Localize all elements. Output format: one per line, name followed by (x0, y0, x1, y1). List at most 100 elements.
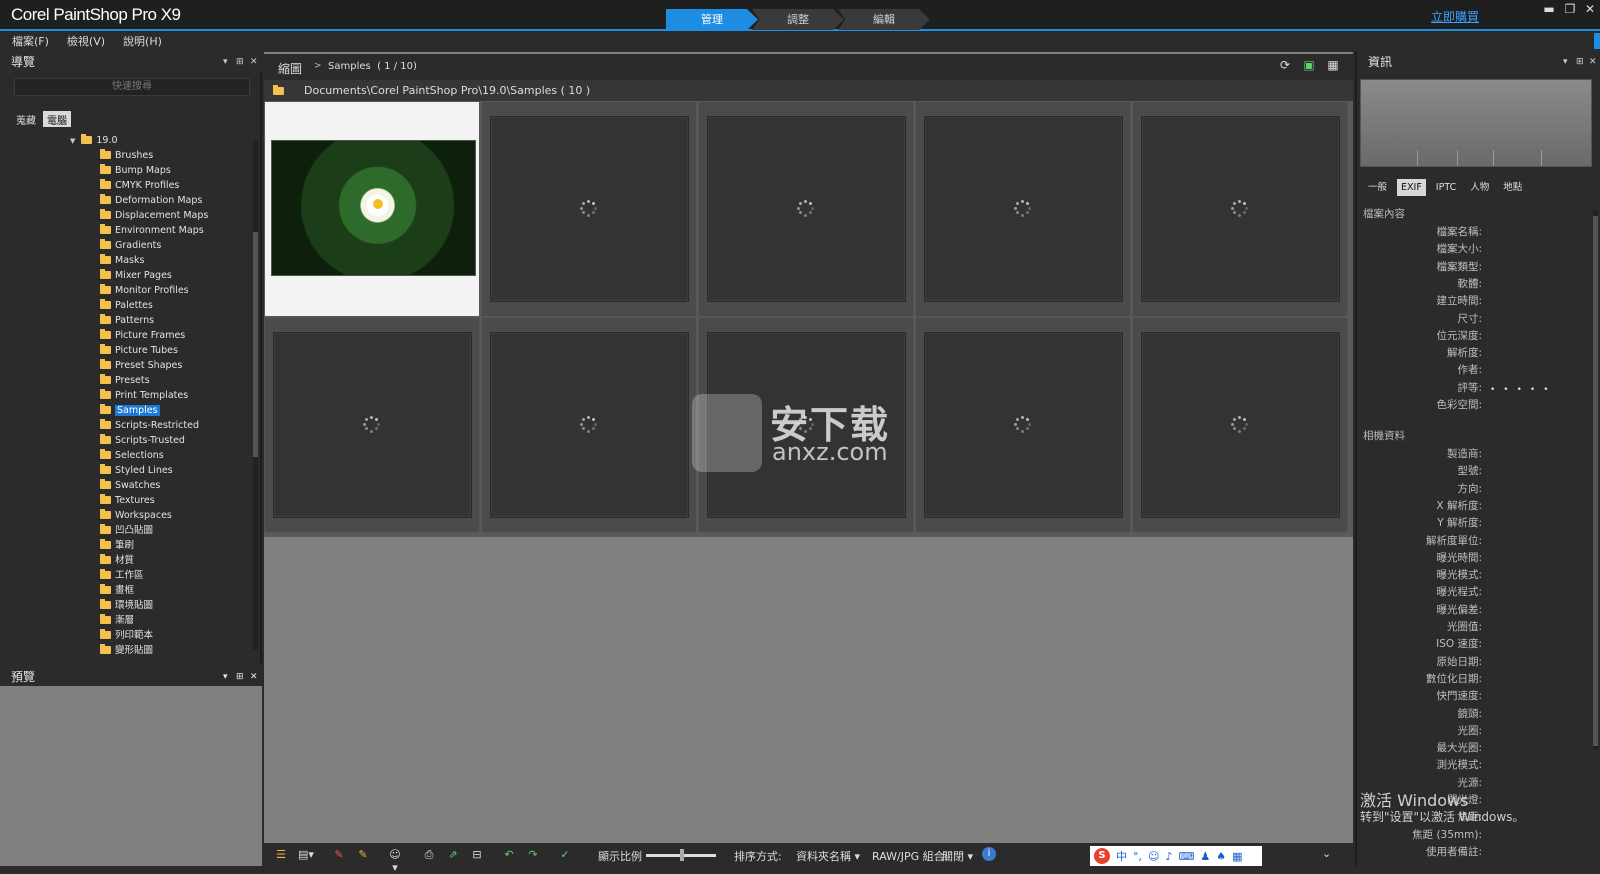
ime-language[interactable]: 中 (1116, 848, 1127, 864)
breadcrumb[interactable]: Samples ( 1 / 10) (328, 61, 417, 72)
nav-scroll-thumb[interactable] (253, 232, 258, 457)
tree-folder-item[interactable]: Deformation Maps (100, 193, 202, 208)
tab-exif[interactable]: EXIF (1397, 179, 1426, 196)
minimize-icon[interactable]: ▬ (1540, 2, 1558, 16)
tab-places[interactable]: 地點 (1499, 179, 1526, 196)
thumbnail-cell[interactable] (481, 101, 697, 317)
quick-search-input[interactable]: 快速搜尋 (14, 78, 250, 96)
tree-folder-item[interactable]: Textures (100, 493, 155, 508)
info-icon[interactable]: i (982, 847, 996, 861)
rotate-left-icon[interactable]: ↶ (502, 848, 516, 861)
user-icon[interactable]: ♟ (1200, 850, 1210, 863)
tree-folder-item[interactable]: 材質 (100, 553, 134, 568)
thumbnail-cell[interactable] (264, 101, 480, 317)
menu-file[interactable]: 檔案(F) (0, 33, 55, 51)
skin-icon[interactable]: ♠ (1216, 850, 1226, 863)
tree-folder-item[interactable]: Picture Frames (100, 328, 185, 343)
info-scrollbar[interactable] (1593, 210, 1598, 750)
toolbox-icon[interactable]: ▦ (1232, 850, 1242, 863)
tree-folder-item[interactable]: 變形貼圖 (100, 643, 153, 658)
rating-stars[interactable]: ••••• (1490, 385, 1557, 395)
tree-folder-item[interactable]: Scripts-Restricted (100, 418, 199, 433)
tree-folder-item[interactable]: Bump Maps (100, 163, 171, 178)
expand-arrow-icon[interactable]: ▼ (70, 134, 75, 149)
tree-folder-item[interactable]: Brushes (100, 148, 153, 163)
keyboard-icon[interactable]: ⌨ (1179, 850, 1195, 863)
buy-now-link[interactable]: 立即購買 (1431, 8, 1479, 25)
info-toggle-icon[interactable]: ▤▾ (298, 848, 314, 861)
tree-root[interactable]: ▼ 19.0 (70, 133, 118, 148)
emoji-icon[interactable]: ☺ (1148, 850, 1159, 863)
panel-menu-icon[interactable]: ▾ (223, 668, 228, 686)
thumbnail-cell[interactable] (698, 101, 914, 317)
menu-help[interactable]: 說明(H) (111, 33, 168, 51)
thumbnail-cell[interactable] (1132, 317, 1348, 533)
toggle-navigation-icon[interactable]: ☰ (274, 848, 288, 861)
tree-folder-item[interactable]: CMYK Profiles (100, 178, 179, 193)
tree-folder-item[interactable]: Mixer Pages (100, 268, 172, 283)
close-icon[interactable]: ✕ (1581, 2, 1599, 16)
tree-folder-item[interactable]: 筆刷 (100, 538, 134, 553)
tree-folder-item[interactable]: 列印範本 (100, 628, 153, 643)
tab-computer[interactable]: 電腦 (43, 111, 71, 127)
tree-folder-item[interactable]: Patterns (100, 313, 154, 328)
sort-dropdown[interactable]: 資料夾名稱 ▾ (796, 848, 860, 864)
sogou-icon[interactable]: S (1094, 848, 1110, 864)
red-eye-icon[interactable]: ✎ (332, 848, 346, 861)
tab-people[interactable]: 人物 (1466, 179, 1493, 196)
pin-icon[interactable]: ⊞ (1576, 52, 1584, 72)
tree-folder-item[interactable]: Displacement Maps (100, 208, 208, 223)
zoom-slider-thumb[interactable] (680, 849, 684, 861)
mic-icon[interactable]: ♪ (1165, 850, 1172, 863)
tree-folder-item[interactable]: Swatches (100, 478, 160, 493)
thumbnail-cell[interactable] (915, 317, 1131, 533)
tree-folder-item[interactable]: Samples (100, 403, 160, 418)
rotate-right-icon[interactable]: ↷ (526, 848, 540, 861)
thumbnail-grid-icon[interactable]: ▦ (1326, 59, 1340, 72)
panel-close-icon[interactable]: ✕ (1589, 52, 1597, 72)
raw-jpg-dropdown[interactable]: 關閉 ▾ (942, 848, 973, 864)
batch-process-icon[interactable]: ⊟ (470, 848, 484, 861)
thumbnail-cell[interactable] (1132, 101, 1348, 317)
panel-menu-icon[interactable]: ▾ (1563, 52, 1568, 72)
pin-icon[interactable]: ⊞ (236, 52, 244, 72)
tree-folder-item[interactable]: Selections (100, 448, 164, 463)
preview-mode-icon[interactable]: ▣ (1302, 59, 1316, 72)
tab-collections[interactable]: 蒐藏 (12, 111, 40, 127)
tab-adjust[interactable]: 調整 (752, 9, 844, 30)
tree-folder-item[interactable]: Styled Lines (100, 463, 173, 478)
panel-close-icon[interactable]: ✕ (250, 668, 258, 686)
collapse-chevron-icon[interactable]: ⌄ (1322, 847, 1331, 860)
print-icon[interactable]: ⎙ (422, 848, 436, 861)
punctuation-icon[interactable]: °, (1133, 850, 1142, 863)
smart-fix-icon[interactable]: ✎ (356, 848, 370, 861)
share-icon[interactable]: ⇗ (446, 848, 460, 861)
tree-folder-item[interactable]: Workspaces (100, 508, 172, 523)
restore-icon[interactable]: ❐ (1561, 2, 1579, 16)
tree-folder-item[interactable]: Print Templates (100, 388, 188, 403)
thumbnail-cell[interactable] (264, 317, 480, 533)
tree-folder-item[interactable]: 凹凸貼圖 (100, 523, 153, 538)
menu-view[interactable]: 檢視(V) (55, 33, 111, 51)
folder-path[interactable]: Documents\Corel PaintShop Pro\19.0\Sampl… (304, 80, 590, 101)
thumbnail-cell[interactable] (915, 101, 1131, 317)
tree-folder-item[interactable]: 漸層 (100, 613, 134, 628)
tree-folder-item[interactable]: Monitor Profiles (100, 283, 189, 298)
view-mode-label[interactable]: 縮圖 (278, 60, 302, 77)
tab-manage[interactable]: 管理 (666, 9, 758, 30)
select-all-icon[interactable]: ✓ (558, 848, 572, 861)
tree-folder-item[interactable]: Masks (100, 253, 144, 268)
tree-folder-item[interactable]: 畫框 (100, 583, 134, 598)
tree-folder-item[interactable]: 工作區 (100, 568, 144, 583)
tree-folder-item[interactable]: 環境貼圖 (100, 598, 153, 613)
tree-folder-item[interactable]: Environment Maps (100, 223, 204, 238)
refresh-icon[interactable]: ⟳ (1278, 59, 1292, 72)
tree-folder-item[interactable]: Gradients (100, 238, 161, 253)
info-scroll-thumb[interactable] (1593, 216, 1598, 746)
tree-folder-item[interactable]: Preset Shapes (100, 358, 182, 373)
tree-folder-item[interactable]: Presets (100, 373, 150, 388)
thumbnail-cell[interactable] (481, 317, 697, 533)
tree-folder-item[interactable]: Picture Tubes (100, 343, 178, 358)
tab-iptc[interactable]: IPTC (1432, 179, 1460, 196)
tree-folder-item[interactable]: Scripts-Trusted (100, 433, 185, 448)
